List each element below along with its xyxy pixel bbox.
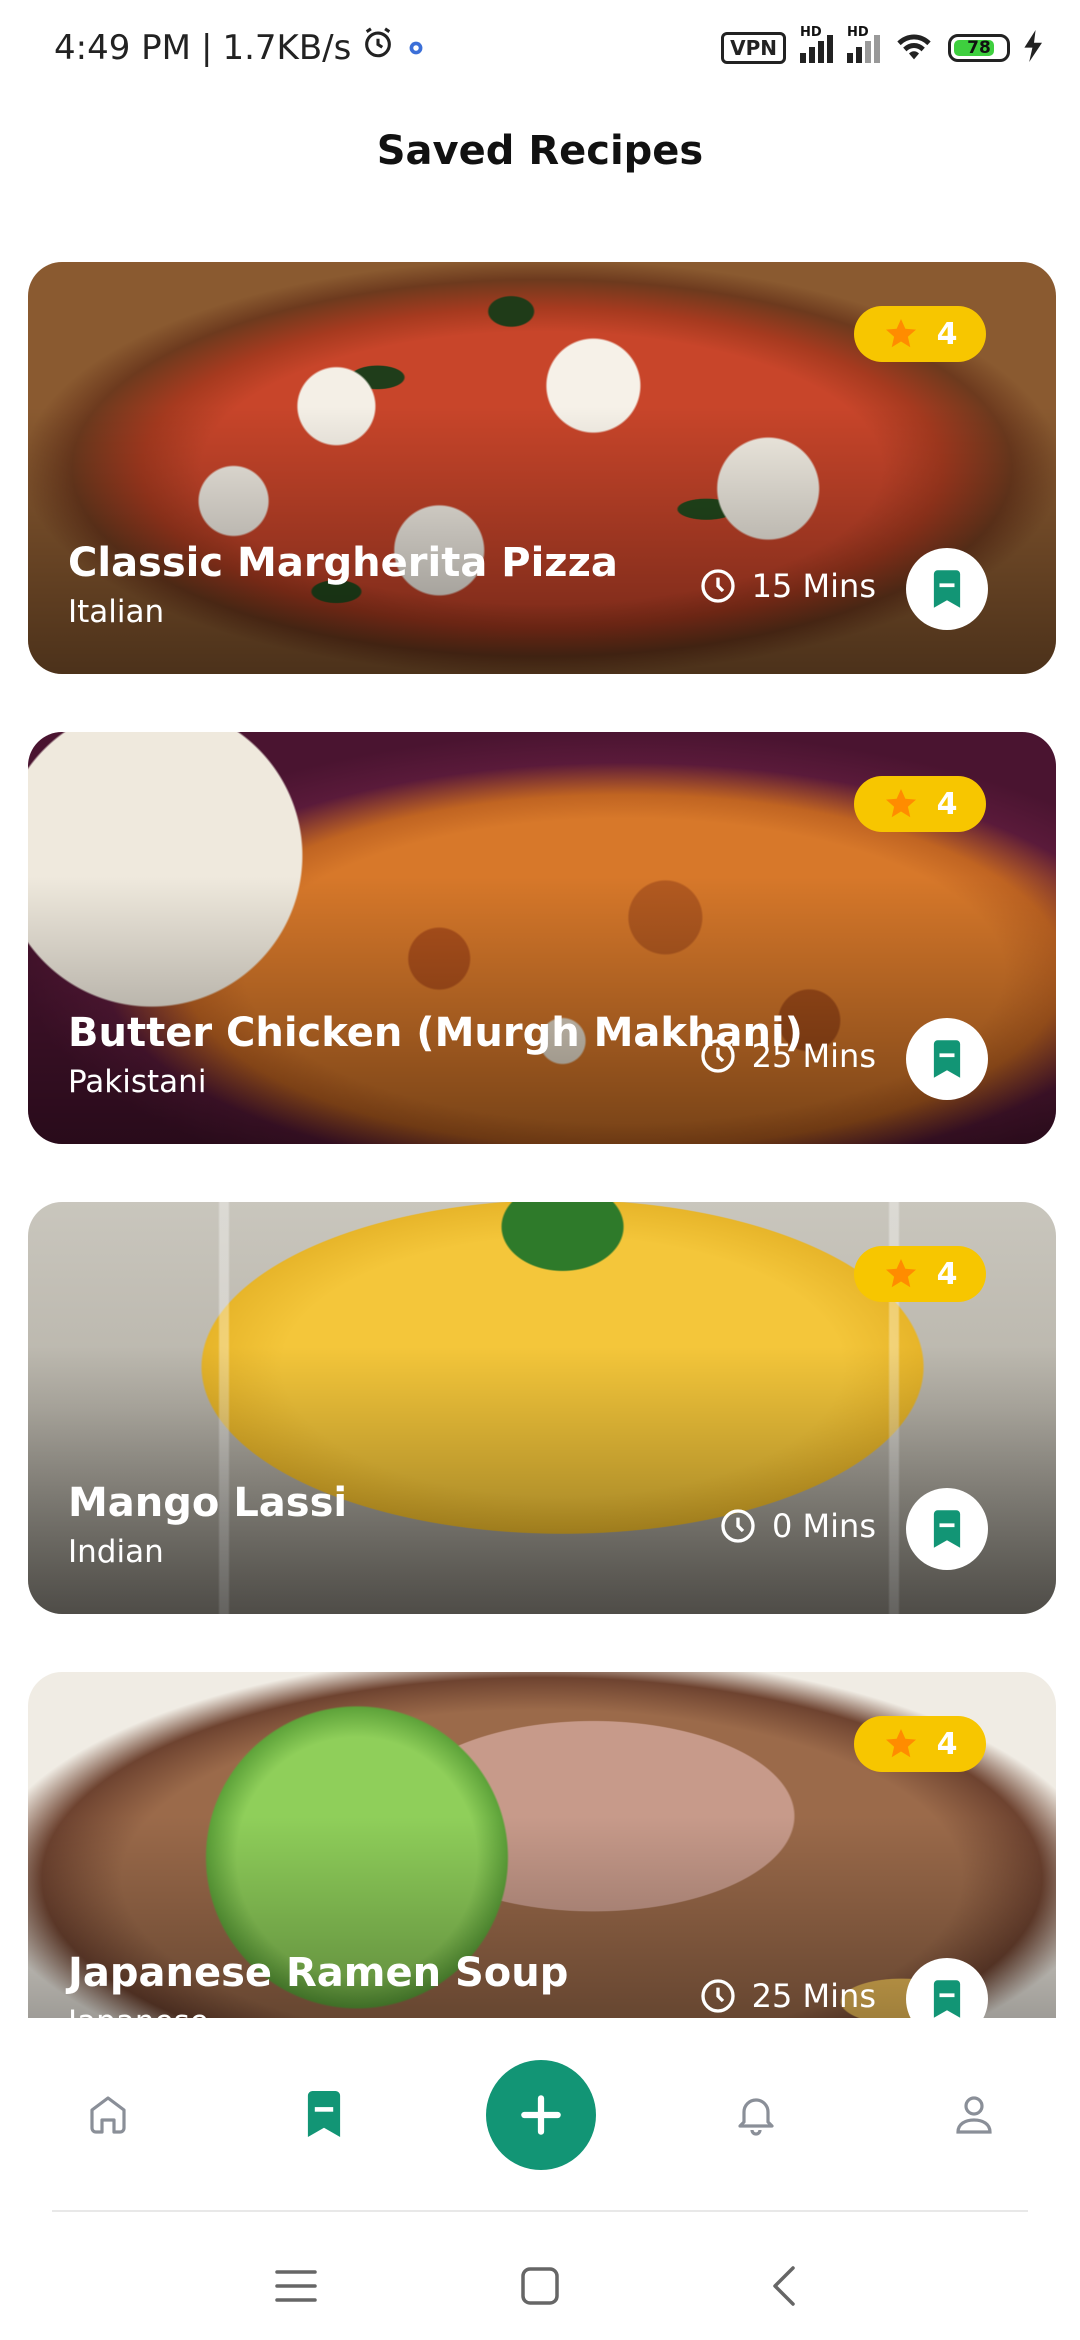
- nav-notifications[interactable]: [726, 2084, 786, 2144]
- bookmark-button[interactable]: [906, 1488, 988, 1570]
- rating-value: 4: [936, 1256, 958, 1292]
- star-icon: [885, 319, 916, 348]
- bookmark-icon: [307, 2091, 341, 2137]
- add-recipe-button[interactable]: [486, 2060, 596, 2170]
- nav-home[interactable]: [78, 2084, 138, 2144]
- recipe-title: Japanese Ramen Soup: [68, 1950, 569, 1996]
- recipe-title: Butter Chicken (Murgh Makhani): [68, 1010, 803, 1056]
- clock-icon: [700, 1979, 735, 2013]
- rating-value: 4: [936, 316, 958, 352]
- clock-icon: [700, 1039, 735, 1073]
- back-icon: [773, 2266, 795, 2306]
- settings-notification-icon: [405, 28, 427, 68]
- bookmark-button[interactable]: [906, 548, 988, 630]
- rating-badge: 4: [854, 1716, 986, 1772]
- cook-time-label: 15 Mins: [751, 567, 876, 605]
- recipe-cuisine: Japanese: [68, 2004, 209, 2018]
- cook-time-label: 0 Mins: [772, 1507, 876, 1545]
- cook-time: 25 Mins: [698, 1976, 876, 2016]
- nav-profile[interactable]: [944, 2084, 1004, 2144]
- recents-button[interactable]: [266, 2256, 326, 2316]
- cook-time: 25 Mins: [698, 1036, 876, 1076]
- network-speed: 1.7KB/s: [222, 27, 352, 68]
- bookmark-button[interactable]: [906, 1018, 988, 1100]
- bookmark-icon: [933, 570, 961, 608]
- rating-value: 4: [936, 1726, 958, 1762]
- bookmark-icon: [933, 1040, 961, 1078]
- recipe-card[interactable]: 4 Butter Chicken (Murgh Makhani) Pakista…: [28, 732, 1056, 1144]
- back-button[interactable]: [754, 2256, 814, 2316]
- star-icon: [885, 1259, 916, 1288]
- rating-badge: 4: [854, 776, 986, 832]
- signal-icon-2: HD: [847, 25, 880, 63]
- clock-icon: [721, 1509, 755, 1543]
- cook-time: 0 Mins: [718, 1506, 876, 1546]
- page-title: Saved Recipes: [376, 128, 704, 174]
- status-time: 4:49 PM: [54, 27, 191, 68]
- recipe-card[interactable]: 4 Japanese Ramen Soup Japanese 25 Mins: [28, 1672, 1056, 2018]
- battery-icon: 78: [948, 34, 1010, 62]
- recipe-cuisine: Indian: [68, 1534, 164, 1570]
- recipe-cuisine: Pakistani: [68, 1064, 207, 1100]
- vpn-badge: VPN: [721, 32, 786, 64]
- wifi-icon: [894, 30, 934, 66]
- cook-time-label: 25 Mins: [751, 1037, 876, 1075]
- star-icon: [885, 789, 916, 818]
- star-icon: [885, 1729, 916, 1758]
- status-right: VPN HD HD 78: [721, 25, 1044, 66]
- bell-icon: [738, 2098, 774, 2136]
- square-icon: [521, 2267, 559, 2305]
- rating-badge: 4: [854, 1246, 986, 1302]
- signal-icon: HD: [800, 25, 833, 63]
- alarm-icon: [361, 26, 395, 69]
- home-button[interactable]: [510, 2256, 570, 2316]
- system-nav-bar: [0, 2230, 1080, 2340]
- recipe-title: Mango Lassi: [68, 1480, 348, 1526]
- rating-value: 4: [936, 786, 958, 822]
- status-left: 4:49 PM | 1.7KB/s: [54, 26, 427, 69]
- clock-icon: [700, 569, 735, 603]
- bookmark-icon: [933, 1980, 961, 2018]
- bottom-nav: [0, 2020, 1080, 2220]
- recipe-list[interactable]: 4 Classic Margherita Pizza Italian 15 Mi…: [28, 262, 1056, 2018]
- divider: [52, 2210, 1028, 2212]
- profile-icon: [956, 2096, 992, 2134]
- nav-saved[interactable]: [294, 2084, 354, 2144]
- cook-time: 15 Mins: [698, 566, 876, 606]
- rating-badge: 4: [854, 306, 986, 362]
- recipe-title: Classic Margherita Pizza: [68, 540, 618, 586]
- menu-icon: [275, 2270, 317, 2302]
- charging-icon: [1024, 30, 1044, 66]
- add-icon: [521, 2095, 561, 2135]
- home-icon: [90, 2096, 126, 2134]
- recipe-cuisine: Italian: [68, 594, 165, 630]
- recipe-card[interactable]: 4 Classic Margherita Pizza Italian 15 Mi…: [28, 262, 1056, 674]
- recipe-card[interactable]: 4 Mango Lassi Indian 0 Mins: [28, 1202, 1056, 1614]
- status-bar: 4:49 PM | 1.7KB/s VPN HD HD 78: [0, 0, 1080, 100]
- cook-time-label: 25 Mins: [751, 1977, 876, 2015]
- bookmark-icon: [933, 1510, 961, 1548]
